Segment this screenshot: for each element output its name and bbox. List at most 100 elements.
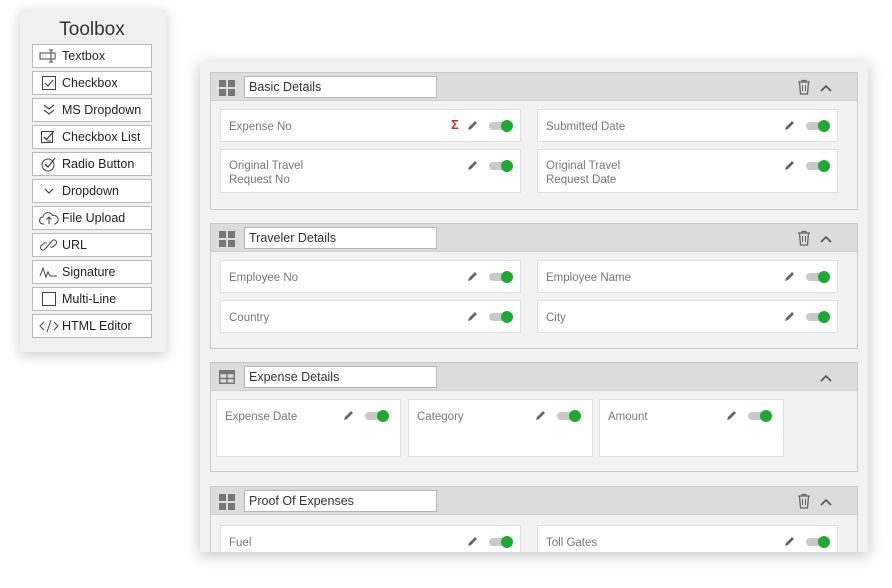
- checkbox-icon: [39, 74, 59, 92]
- visibility-toggle[interactable]: [806, 311, 830, 323]
- field-label: Category: [417, 411, 464, 423]
- chevron-up-icon[interactable]: [819, 232, 833, 244]
- chevron-up-icon[interactable]: [819, 81, 833, 93]
- tool-html-editor[interactable]: HTML Editor: [32, 314, 152, 338]
- section-header: Traveler Details: [211, 224, 857, 252]
- pencil-icon[interactable]: [784, 271, 795, 282]
- visibility-toggle[interactable]: [489, 536, 513, 548]
- field-expense-no[interactable]: Expense No Σ: [220, 109, 521, 142]
- pencil-icon[interactable]: [784, 311, 795, 322]
- chevron-up-icon[interactable]: [819, 371, 833, 383]
- visibility-toggle[interactable]: [806, 120, 830, 132]
- pencil-icon[interactable]: [467, 160, 478, 171]
- field-employee-name[interactable]: Employee Name: [537, 260, 838, 293]
- field-employee-no[interactable]: Employee No: [220, 260, 521, 293]
- checkbox-list-icon: [39, 128, 59, 146]
- textbox-icon: [39, 47, 59, 65]
- square-icon: [39, 290, 59, 308]
- section-basic-details: Basic Details Expense No Σ Submitted Dat…: [210, 72, 858, 210]
- tool-multi-line[interactable]: Multi-Line: [32, 287, 152, 311]
- field-label: Expense Date: [225, 411, 298, 423]
- visibility-toggle[interactable]: [489, 120, 513, 132]
- pencil-icon[interactable]: [784, 120, 795, 131]
- tool-file-upload[interactable]: File Upload: [32, 206, 152, 230]
- tool-url[interactable]: URL: [32, 233, 152, 257]
- visibility-toggle[interactable]: [557, 410, 581, 422]
- section-title-input[interactable]: Proof Of Expenses: [244, 490, 437, 512]
- field-label: Submitted Date: [546, 121, 626, 133]
- tool-label: Radio Button: [62, 157, 135, 171]
- trash-icon[interactable]: [797, 493, 811, 509]
- field-toll-gates[interactable]: Toll Gates: [537, 525, 838, 552]
- field-category[interactable]: Category: [408, 399, 593, 457]
- visibility-toggle[interactable]: [806, 536, 830, 548]
- field-submitted-date[interactable]: Submitted Date: [537, 109, 838, 142]
- tool-label: Multi-Line: [62, 292, 117, 306]
- field-expense-date[interactable]: Expense Date: [216, 399, 401, 457]
- field-amount[interactable]: Amount: [599, 399, 784, 457]
- pencil-icon[interactable]: [784, 536, 795, 547]
- tool-signature[interactable]: Signature: [32, 260, 152, 284]
- tool-dropdown[interactable]: Dropdown: [32, 179, 152, 203]
- tool-label: Textbox: [62, 49, 106, 63]
- section-proof-of-expenses: Proof Of Expenses Fuel Toll Gates: [210, 486, 858, 552]
- visibility-toggle[interactable]: [489, 311, 513, 323]
- tool-label: HTML Editor: [62, 319, 132, 333]
- pencil-icon[interactable]: [467, 311, 478, 322]
- visibility-toggle[interactable]: [748, 410, 772, 422]
- visibility-toggle[interactable]: [489, 271, 513, 283]
- visibility-toggle[interactable]: [365, 410, 389, 422]
- section-expense-details: Expense Details Expense Date Category Am…: [210, 362, 858, 472]
- signature-icon: [39, 263, 59, 281]
- field-label: Employee Name: [546, 272, 632, 284]
- grid-icon[interactable]: [219, 80, 235, 96]
- grid-icon[interactable]: [219, 494, 235, 510]
- pencil-icon[interactable]: [726, 410, 737, 421]
- field-label: Country: [229, 312, 270, 324]
- tool-label: Dropdown: [62, 184, 119, 198]
- tool-ms-dropdown[interactable]: MS Dropdown: [32, 98, 152, 122]
- field-label: City: [546, 312, 566, 324]
- section-title-input[interactable]: Traveler Details: [244, 227, 437, 249]
- tool-checkbox[interactable]: Checkbox: [32, 71, 152, 95]
- pencil-icon[interactable]: [467, 120, 478, 131]
- field-country[interactable]: Country: [220, 300, 521, 333]
- visibility-toggle[interactable]: [489, 160, 513, 172]
- field-original-travel-request-date[interactable]: Original Travel Request Date: [537, 149, 838, 193]
- tool-radio-button[interactable]: Radio Button: [32, 152, 152, 176]
- sigma-icon[interactable]: Σ: [451, 117, 459, 132]
- section-header: Proof Of Expenses: [211, 487, 857, 515]
- pencil-icon[interactable]: [784, 160, 795, 171]
- link-icon: [39, 236, 59, 254]
- pencil-icon[interactable]: [467, 271, 478, 282]
- tool-label: File Upload: [62, 211, 126, 225]
- grid-icon[interactable]: [219, 231, 235, 247]
- visibility-toggle[interactable]: [806, 160, 830, 172]
- section-header: Expense Details: [211, 363, 857, 391]
- tool-label: Checkbox: [62, 76, 118, 90]
- section-title-input[interactable]: Expense Details: [244, 366, 437, 388]
- pencil-icon[interactable]: [535, 410, 546, 421]
- code-icon: [39, 317, 59, 335]
- trash-icon[interactable]: [797, 230, 811, 246]
- section-header: Basic Details: [211, 73, 857, 101]
- chevron-up-icon[interactable]: [819, 495, 833, 507]
- tool-label: Signature: [62, 265, 116, 279]
- table-icon[interactable]: [219, 370, 235, 386]
- field-original-travel-request-no[interactable]: Original Travel Request No: [220, 149, 521, 193]
- tool-checkbox-list[interactable]: Checkbox List: [32, 125, 152, 149]
- tool-label: Checkbox List: [62, 130, 141, 144]
- field-label: Employee No: [229, 272, 299, 284]
- toolbox-title: Toolbox: [59, 19, 125, 40]
- trash-icon[interactable]: [797, 79, 811, 95]
- section-title-input[interactable]: Basic Details: [244, 76, 437, 98]
- field-city[interactable]: City: [537, 300, 838, 333]
- cloud-upload-icon: [39, 209, 59, 227]
- field-label: Amount: [608, 411, 648, 423]
- visibility-toggle[interactable]: [806, 271, 830, 283]
- pencil-icon[interactable]: [343, 410, 354, 421]
- tool-textbox[interactable]: Textbox: [32, 44, 152, 68]
- radio-button-icon: [39, 155, 59, 173]
- pencil-icon[interactable]: [467, 536, 478, 547]
- field-fuel[interactable]: Fuel: [220, 525, 521, 552]
